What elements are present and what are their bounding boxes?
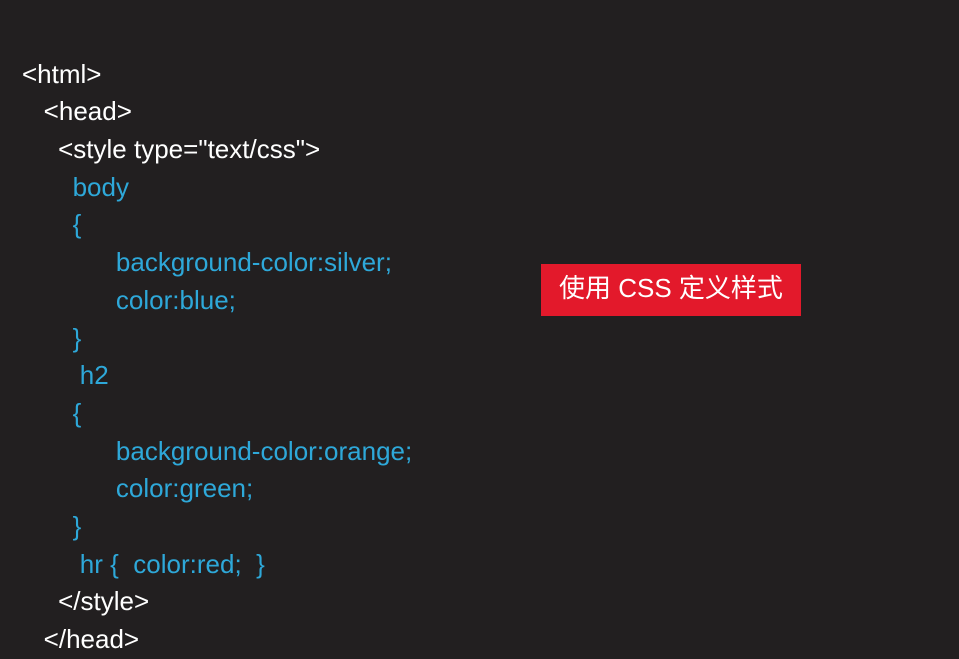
code-brace: { [73,209,82,239]
code-block: <html> <head> <style type="text/css"> bo… [0,0,959,659]
annotation-label: 使用 CSS 定义样式 [559,273,783,303]
code-rule: color:green; [116,473,253,503]
code-rule: color:red; [133,549,241,579]
code-brace: } [73,511,82,541]
code-rule: background-color:silver; [116,247,392,277]
code-tag-open: <style [58,134,134,164]
code-brace: } [242,549,265,579]
code-selector: hr [80,549,103,579]
code-brace: { [103,549,133,579]
code-tag: <head> [44,96,132,126]
code-rule: color:blue; [116,285,236,315]
code-selector: h2 [80,360,109,390]
code-eq: = [183,134,198,164]
code-rule: background-color:orange; [116,436,412,466]
code-tag: <html> [22,59,102,89]
code-attr-name: type [134,134,183,164]
code-brace: } [73,323,82,353]
code-tag-close: > [305,134,320,164]
code-selector: body [73,172,129,202]
annotation-callout: 使用 CSS 定义样式 [541,264,801,316]
code-tag: </style> [58,586,149,616]
code-attr-value: "text/css" [198,134,305,164]
code-brace: { [73,398,82,428]
